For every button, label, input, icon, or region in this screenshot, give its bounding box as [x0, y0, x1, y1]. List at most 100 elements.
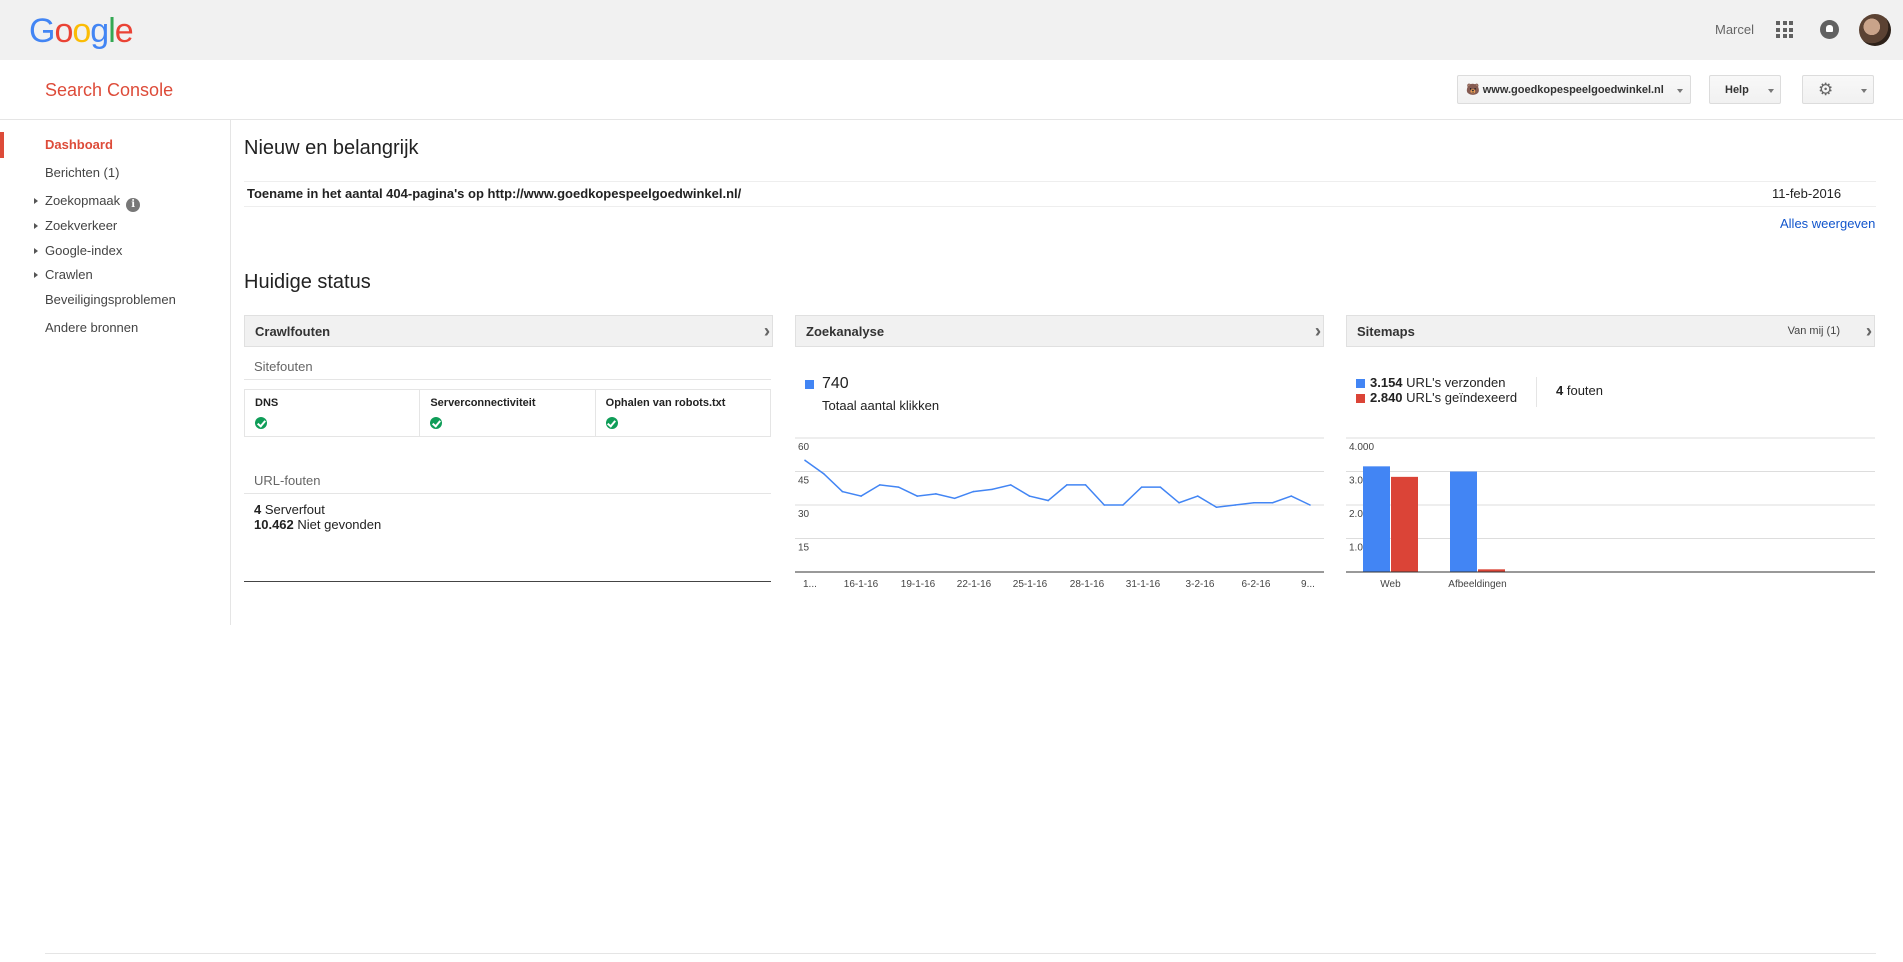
user-name[interactable]: Marcel — [1715, 22, 1754, 37]
error-label: Niet gevonden — [297, 517, 382, 532]
section-title-new: Nieuw en belangrijk — [244, 137, 419, 159]
section-title-status: Huidige status — [244, 271, 371, 293]
check-circle-icon — [605, 417, 618, 429]
submitted-label: URL's verzonden — [1406, 375, 1506, 390]
data-point — [1122, 504, 1124, 506]
sidebar-item-label: Zoekverkeer — [45, 218, 118, 233]
top-bar: Google Marcel — [0, 0, 1903, 60]
data-point — [1196, 495, 1199, 497]
data-point — [1028, 495, 1031, 497]
data-point — [1066, 484, 1068, 486]
view-all-link[interactable]: Alles weergeven — [1780, 216, 1875, 231]
search-analytics-header[interactable]: Zoekanalyse ›› — [795, 315, 1324, 347]
sidebar-item-dashboard[interactable]: Dashboard — [0, 132, 230, 158]
bar-web-indexed — [1391, 476, 1418, 572]
logo-letter: o — [72, 12, 91, 50]
avatar[interactable] — [1859, 14, 1891, 46]
sidebar-item-label: Google-index — [45, 243, 123, 258]
y-tick-label: 15 — [798, 543, 810, 554]
data-point — [1215, 506, 1218, 509]
sidebar-item-zoekopmaak[interactable]: Zoekopmaak i — [0, 188, 230, 214]
data-point — [1159, 486, 1162, 488]
sidebar-item-zoekverkeer[interactable]: Zoekverkeer — [0, 213, 230, 239]
sitemaps-header[interactable]: Sitemaps Van mij (1) ›› — [1346, 315, 1875, 347]
logo-letter: G — [29, 12, 55, 50]
errors-label: fouten — [1566, 383, 1604, 398]
divider — [244, 581, 771, 582]
logo-letter: g — [90, 12, 109, 50]
chevron-down-icon — [1861, 89, 1867, 93]
indexed-legend: 2.840 URL's geïndexeerd — [1370, 390, 1517, 405]
message-row[interactable]: Toename in het aantal 404-pagina's op ht… — [244, 181, 1876, 207]
clicks-line-chart[interactable]: 60 45 30 15 1... 16-1-16 19-1-16 22-1-16 25-1-16… — [795, 430, 1324, 590]
help-button[interactable]: Help — [1709, 75, 1781, 104]
url-error-not-found[interactable]: 10.462 Niet gevonden — [254, 517, 381, 532]
product-title[interactable]: Search Console — [45, 80, 173, 101]
sitemap-errors[interactable]: 4 fouten — [1556, 383, 1603, 398]
x-tick-label: 31-1-16 — [1126, 579, 1161, 590]
x-tick-label: 16-1-16 — [844, 579, 879, 590]
data-point — [1309, 504, 1311, 506]
data-point — [953, 497, 956, 500]
robots-fetch-check[interactable]: Ophalen van robots.txt — [596, 390, 770, 436]
data-point — [991, 488, 993, 491]
info-icon[interactable]: i — [126, 198, 141, 212]
sidebar-item-label: Berichten (1) — [45, 165, 120, 180]
sidebar-item-google-index[interactable]: Google-index — [0, 238, 230, 264]
data-point — [1009, 484, 1012, 486]
check-circle-icon — [430, 417, 443, 429]
sidebar-item-label: Beveiligingsproblemen — [45, 292, 176, 307]
logo-letter: o — [54, 12, 73, 50]
sub-header: Search Console 🐻 www.goedkopespeelgoedwin… — [0, 60, 1903, 120]
divider — [244, 493, 771, 494]
message-date: 11-feb-2016 — [1772, 186, 1842, 201]
clicks-legend-swatch — [805, 380, 814, 389]
data-point — [841, 490, 844, 493]
settings-button[interactable]: ⚙ — [1802, 75, 1874, 104]
sidebar-item-berichten-1[interactable]: Berichten (1) — [0, 160, 230, 186]
clicks-series-line — [804, 459, 1311, 509]
data-point — [935, 493, 937, 495]
data-point — [822, 472, 825, 475]
chevron-down-icon — [1677, 89, 1683, 93]
expand-triangle-icon — [34, 198, 38, 204]
expand-triangle-icon — [34, 223, 38, 229]
sidebar-item-andere-bronnen[interactable]: Andere bronnen — [0, 315, 230, 341]
notifications-icon[interactable] — [1820, 20, 1839, 39]
url-error-server[interactable]: 4 Serverfout — [254, 502, 325, 517]
logo-letter: e — [114, 12, 134, 50]
data-point — [1290, 495, 1293, 497]
crawl-errors-header[interactable]: Crawlfouten ›› — [244, 315, 773, 347]
y-tick-label: 60 — [798, 442, 810, 453]
chevron-down-icon — [1768, 89, 1774, 93]
x-tick-label: 22-1-16 — [957, 579, 992, 590]
sidebar-item-crawlen[interactable]: Crawlen — [0, 262, 230, 288]
check-title: Serverconnectiviteit — [430, 397, 536, 409]
errors-count: 4 — [1556, 383, 1564, 398]
x-tick-label: 3-2-16 — [1186, 579, 1215, 590]
divider — [1536, 377, 1537, 407]
data-point — [1234, 504, 1236, 506]
data-point — [1178, 501, 1180, 504]
site-selector-label: www.goedkopespeelgoedwinkel.nl — [1482, 84, 1664, 96]
y-tick-label: 30 — [798, 509, 810, 520]
apps-grid-icon[interactable] — [1776, 21, 1793, 38]
bar-web-submitted — [1363, 466, 1390, 572]
sidebar: Dashboard Berichten (1) Zoekopmaak i Zoekver… — [0, 120, 231, 625]
dns-check[interactable]: DNS — [245, 390, 421, 436]
data-point — [879, 484, 881, 486]
owner-filter[interactable]: Van mij (1) — [1788, 325, 1840, 337]
message-text[interactable]: Toename in het aantal 404-pagina's op ht… — [247, 182, 741, 206]
data-point — [1084, 484, 1087, 486]
indexed-legend-swatch — [1356, 394, 1365, 403]
data-point — [916, 495, 919, 497]
sidebar-item-label: Dashboard — [45, 137, 113, 152]
x-category-label: Web — [1380, 579, 1401, 590]
sitemaps-bar-chart[interactable]: 4.0003.0002.0001.000Web Afbeeldingen — [1346, 430, 1875, 590]
x-tick-label: 19-1-16 — [901, 579, 936, 590]
google-logo[interactable]: Google — [29, 12, 134, 51]
server-connectivity-check[interactable]: Serverconnectiviteit — [420, 390, 596, 436]
sidebar-item-beveiligingsproblemen[interactable]: Beveiligingsproblemen — [0, 287, 230, 313]
site-selector[interactable]: 🐻 www.goedkopespeelgoedwinkel.nl — [1457, 75, 1691, 104]
x-tick-label: 6-2-16 — [1242, 579, 1271, 590]
